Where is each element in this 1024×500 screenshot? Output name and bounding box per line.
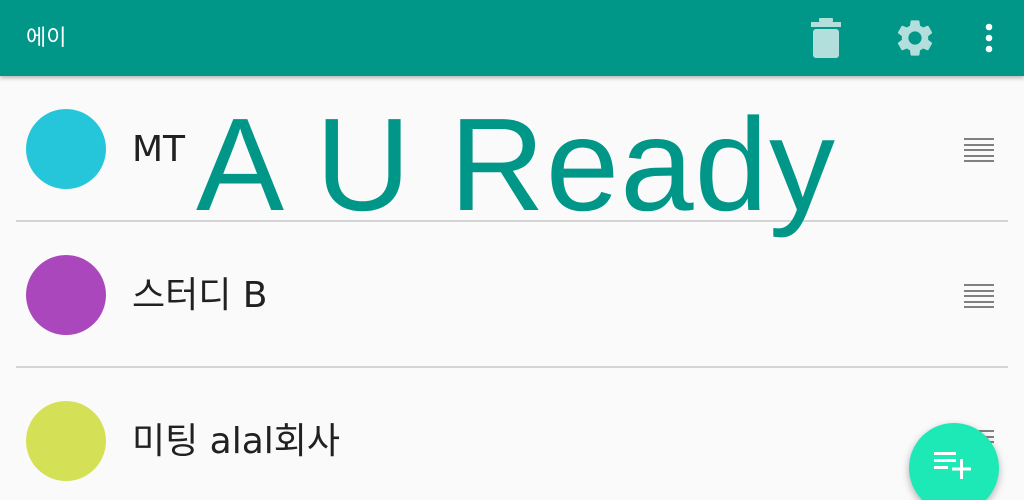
app-screen: 에이 MT 스터디 B 미팅 alal회사 A U Ready [0,0,1024,500]
list-item-label: MT [132,129,186,170]
color-dot [26,255,106,335]
color-dot [26,401,106,481]
more-options-button[interactable] [963,12,1015,64]
list-item[interactable]: 미팅 alal회사 [0,368,1024,500]
group-list: MT 스터디 B 미팅 alal회사 [0,76,1024,500]
delete-button[interactable] [800,12,852,64]
app-bar: 에이 [0,0,1024,76]
app-bar-title: 에이 [26,26,67,51]
playlist-add-icon [934,452,971,479]
more-vertical-icon [985,23,993,53]
list-item-label: 스터디 B [132,275,268,316]
trash-icon [811,18,841,58]
list-item[interactable]: 스터디 B [0,222,1024,368]
settings-button[interactable] [889,12,941,64]
drag-handle-icon[interactable] [964,284,994,308]
list-item-label: 미팅 alal회사 [132,421,341,462]
list-item[interactable]: MT [0,76,1024,222]
color-dot [26,109,106,189]
drag-handle-icon[interactable] [964,138,994,162]
gear-icon [897,20,933,56]
